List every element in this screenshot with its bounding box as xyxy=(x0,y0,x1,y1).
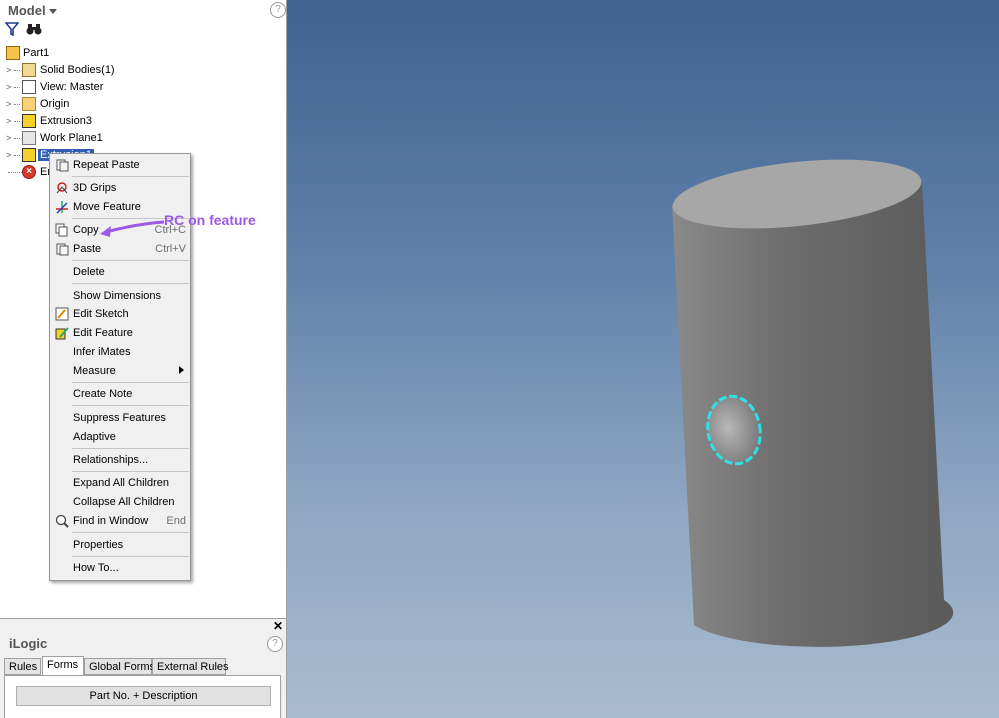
menu-item-paste[interactable]: Paste Ctrl+V xyxy=(50,240,190,258)
menu-item-repeat-paste[interactable]: Repeat Paste xyxy=(50,156,190,174)
folder-icon xyxy=(22,97,36,111)
menu-item-delete[interactable]: Delete xyxy=(50,263,190,281)
chevron-right-icon[interactable]: > xyxy=(6,66,14,75)
cylinder-model[interactable] xyxy=(287,0,999,718)
menu-item-properties[interactable]: Properties xyxy=(50,536,190,554)
menu-item-edit-sketch[interactable]: Edit Sketch xyxy=(50,305,190,323)
menu-item-measure[interactable]: Measure xyxy=(50,362,190,380)
menu-item-find-in-window[interactable]: Find in Window End xyxy=(50,512,190,530)
3d-grips-icon xyxy=(54,181,69,195)
part-icon xyxy=(6,46,20,60)
help-icon[interactable]: ? xyxy=(270,2,286,18)
part-no-description-button[interactable]: Part No. + Description xyxy=(16,686,271,706)
paste-icon xyxy=(54,242,69,256)
chevron-right-icon[interactable]: > xyxy=(6,151,14,160)
menu-item-infer-imates[interactable]: Infer iMates xyxy=(50,343,190,361)
chevron-right-icon[interactable]: > xyxy=(6,83,14,92)
help-icon[interactable]: ? xyxy=(267,636,283,652)
chevron-right-icon[interactable]: > xyxy=(6,117,14,126)
tree-node-part1[interactable]: Part1 xyxy=(0,45,286,62)
annotation-label: RC on feature xyxy=(164,212,256,228)
tree-node-work-plane1[interactable]: > Work Plane1 xyxy=(0,130,286,147)
tree-node-origin[interactable]: > Origin xyxy=(0,96,286,113)
edit-feature-icon xyxy=(54,326,69,340)
tab-global-forms[interactable]: Global Forms xyxy=(84,658,155,675)
chevron-right-icon[interactable]: > xyxy=(6,134,14,143)
model-panel-title[interactable]: Model xyxy=(8,3,57,18)
funnel-icon[interactable] xyxy=(4,22,20,39)
move-feature-icon xyxy=(54,200,69,214)
model-panel-header: Model ? xyxy=(0,0,286,20)
binoculars-icon[interactable] xyxy=(26,22,42,39)
menu-item-adaptive[interactable]: Adaptive xyxy=(50,428,190,446)
3d-viewport[interactable] xyxy=(287,0,999,718)
menu-item-suppress-features[interactable]: Suppress Features xyxy=(50,409,190,427)
tab-rules[interactable]: Rules xyxy=(4,658,41,675)
menu-item-create-note[interactable]: Create Note xyxy=(50,385,190,403)
ilogic-forms-body: Part No. + Description xyxy=(4,675,281,718)
ilogic-title: iLogic xyxy=(9,636,48,651)
menu-item-how-to[interactable]: How To... xyxy=(50,559,190,577)
edit-sketch-icon xyxy=(54,307,69,321)
close-icon[interactable]: ✕ xyxy=(273,619,283,633)
extrusion-icon xyxy=(22,114,36,128)
work-plane-icon xyxy=(22,131,36,145)
solid-bodies-icon xyxy=(22,63,36,77)
extrusion-icon xyxy=(22,148,36,162)
copy-icon xyxy=(54,223,69,237)
ilogic-tabs: Rules Forms Global Forms External Rules xyxy=(4,656,284,676)
find-in-window-icon xyxy=(54,514,69,528)
submenu-arrow-icon xyxy=(179,366,184,374)
tree-node-solid-bodies[interactable]: > Solid Bodies(1) xyxy=(0,62,286,79)
menu-item-expand-all-children[interactable]: Expand All Children xyxy=(50,474,190,492)
menu-item-relationships[interactable]: Relationships... xyxy=(50,451,190,469)
tab-forms[interactable]: Forms xyxy=(42,656,84,676)
chevron-right-icon[interactable]: > xyxy=(6,100,14,109)
tree-node-view-master[interactable]: > View: Master xyxy=(0,79,286,96)
menu-item-3d-grips[interactable]: 3D Grips xyxy=(50,179,190,197)
end-of-part-icon: × xyxy=(22,165,36,179)
paste-icon xyxy=(54,158,69,172)
ilogic-panel: ✕ iLogic ? Rules Forms Global Forms Exte… xyxy=(0,618,286,718)
tree-node-extrusion3[interactable]: > Extrusion3 xyxy=(0,113,286,130)
tab-external-rules[interactable]: External Rules xyxy=(152,658,229,675)
menu-item-show-dimensions[interactable]: Show Dimensions xyxy=(50,287,190,305)
model-toolbar xyxy=(4,22,284,40)
menu-item-collapse-all-children[interactable]: Collapse All Children xyxy=(50,493,190,511)
menu-item-edit-feature[interactable]: Edit Feature xyxy=(50,324,190,342)
view-icon xyxy=(22,80,36,94)
annotation-arrow xyxy=(100,220,165,237)
chevron-down-icon[interactable] xyxy=(48,9,57,15)
